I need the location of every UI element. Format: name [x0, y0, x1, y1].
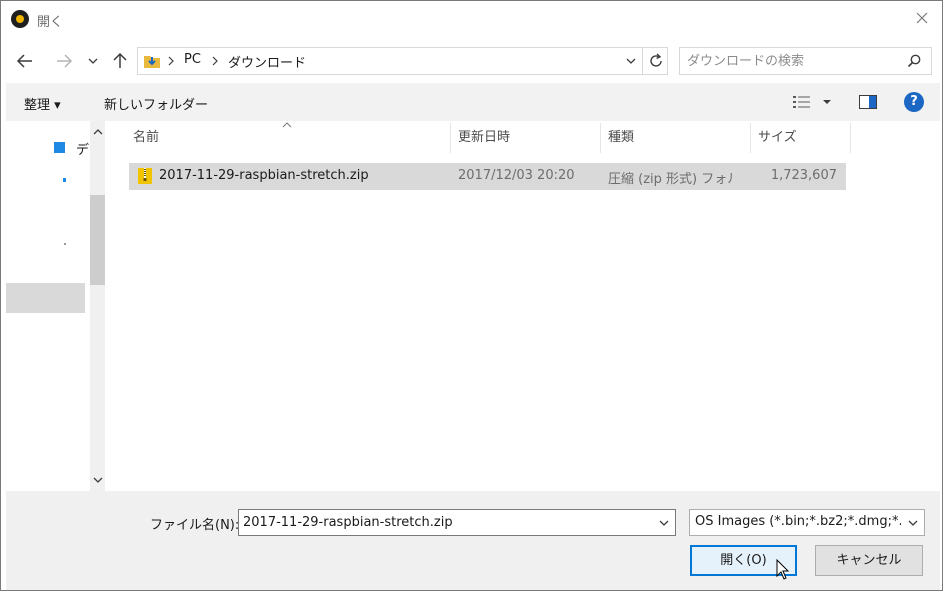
arrow-right-icon	[57, 54, 73, 68]
column-header-size[interactable]: サイズ	[758, 121, 797, 155]
arrow-left-icon	[16, 54, 32, 68]
download-folder-icon	[144, 56, 160, 68]
up-button[interactable]	[107, 47, 133, 75]
file-modified: 2017/12/03 20:20	[458, 168, 575, 183]
forward-button[interactable]	[51, 47, 77, 75]
title-bar: 開く	[1, 1, 942, 37]
help-icon[interactable]: ?	[904, 92, 924, 112]
breadcrumb-chevron-icon	[212, 56, 218, 66]
scroll-up-icon[interactable]	[92, 127, 104, 137]
filename-label: ファイル名(N):	[150, 518, 240, 533]
column-header-type[interactable]: 種類	[608, 121, 634, 155]
file-size: 1,723,607	[770, 168, 837, 183]
column-divider[interactable]	[750, 123, 751, 153]
breadcrumb-downloads[interactable]: ダウンロード	[228, 52, 306, 71]
file-type: 圧縮 (zip 形式) フォルダー	[608, 172, 732, 187]
nav-item-marker	[63, 178, 66, 182]
scrollbar-thumb[interactable]	[90, 195, 106, 285]
column-divider[interactable]	[450, 123, 451, 153]
filename-dropdown-icon[interactable]	[657, 517, 671, 529]
new-folder-button[interactable]: 新しいフォルダー	[104, 94, 208, 113]
back-button[interactable]	[12, 47, 38, 75]
nav-item-selected[interactable]	[6, 283, 85, 313]
column-divider[interactable]	[850, 123, 851, 153]
search-icon[interactable]	[906, 53, 922, 69]
address-bar[interactable]: PC ダウンロード	[137, 47, 668, 75]
breadcrumb-chevron-icon	[168, 56, 174, 66]
arrow-up-icon	[113, 52, 127, 68]
file-list: 名前 更新日時 種類 サイズ 2017-11-29-raspbian-stret…	[105, 121, 940, 491]
address-divider	[642, 48, 643, 74]
filetype-select[interactable]: OS Images (*.bin;*.bz2;*.dmg;*.dsk;*.etc…	[689, 509, 925, 536]
file-row[interactable]: 2017-11-29-raspbian-stretch.zip 2017/12/…	[129, 163, 846, 190]
navigation-pane: デ	[6, 121, 106, 491]
close-button[interactable]	[904, 5, 940, 33]
refresh-icon[interactable]	[647, 52, 665, 70]
close-icon	[916, 12, 928, 24]
view-options-chevron-icon[interactable]	[821, 97, 833, 107]
nav-item-label[interactable]: デ	[76, 139, 90, 158]
address-dropdown-icon[interactable]	[624, 55, 638, 67]
breadcrumb-pc[interactable]: PC	[184, 52, 201, 67]
sort-ascending-icon	[282, 122, 292, 128]
file-name: 2017-11-29-raspbian-stretch.zip	[159, 168, 369, 183]
zip-folder-icon	[138, 168, 152, 184]
preview-pane-icon[interactable]	[858, 93, 878, 111]
cancel-button[interactable]: キャンセル	[815, 545, 923, 576]
window-title: 開く	[37, 15, 64, 30]
filetype-value: OS Images (*.bin;*.bz2;*.dmg;*.dsk;*.etc…	[695, 514, 901, 529]
column-header-name[interactable]: 名前	[133, 121, 159, 155]
desktop-icon	[54, 142, 65, 153]
column-divider[interactable]	[600, 123, 601, 153]
view-details-icon[interactable]	[792, 94, 812, 110]
filename-input[interactable]	[243, 513, 643, 532]
app-icon	[11, 10, 29, 28]
column-header-modified[interactable]: 更新日時	[458, 121, 510, 155]
scroll-down-icon[interactable]	[92, 475, 104, 485]
filename-combobox[interactable]	[238, 509, 676, 536]
search-input[interactable]	[687, 51, 897, 71]
mouse-cursor-icon	[776, 559, 790, 580]
recent-locations-button[interactable]	[83, 47, 103, 75]
search-box[interactable]	[679, 47, 932, 75]
bottom-bar: ファイル名(N): OS Images (*.bin;*.bz2;*.dmg;*…	[6, 491, 940, 590]
open-file-dialog: 開く PC ダウンロード ダウンロードの検索 整理 ▾ 新しいフォルダー ? デ…	[0, 0, 943, 591]
nav-item-marker	[64, 243, 66, 245]
toolbar: 整理 ▾ 新しいフォルダー ?	[6, 83, 940, 121]
chevron-down-icon	[88, 58, 98, 64]
nav-scrollbar[interactable]	[90, 121, 106, 491]
organize-button[interactable]: 整理 ▾	[24, 94, 61, 113]
chevron-down-icon[interactable]	[906, 517, 920, 529]
